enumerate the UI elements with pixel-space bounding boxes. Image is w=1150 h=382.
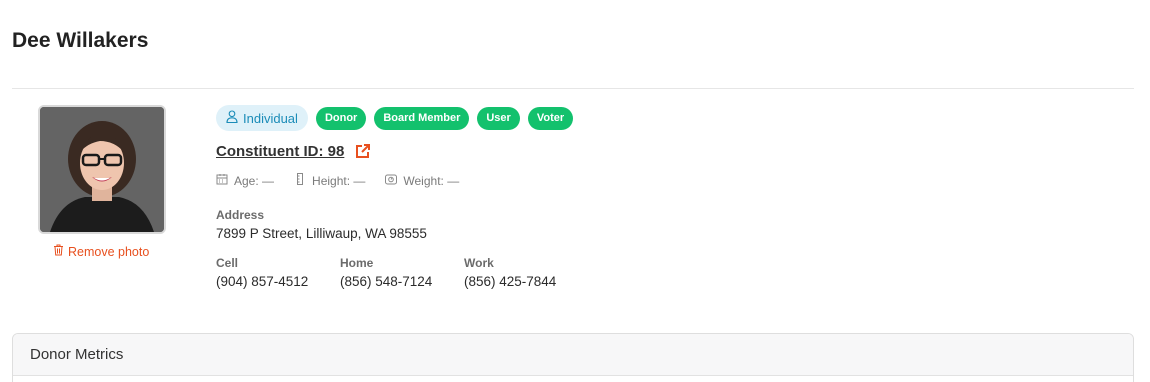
address-value: 7899 P Street, Lilliwaup, WA 98555 (216, 226, 427, 241)
constituent-id-link[interactable]: Constituent ID: 98 (216, 143, 344, 160)
trash-icon (53, 244, 64, 259)
height-vital: Height: — (294, 173, 365, 188)
page-title: Dee Willakers (12, 29, 149, 52)
work-phone[interactable]: (856) 425-7844 (464, 274, 556, 289)
calendar-icon (216, 173, 228, 188)
donor-metrics-header[interactable]: Donor Metrics (13, 334, 1133, 376)
tag-user[interactable]: User (477, 106, 520, 130)
profile-photo[interactable] (38, 105, 166, 234)
individual-badge-label: Individual (243, 110, 298, 126)
cell-label: Cell (216, 256, 239, 270)
tag-voter[interactable]: Voter (527, 106, 574, 130)
constituent-type-badges: Individual Donor Board Member User Voter (216, 105, 574, 131)
ruler-icon (294, 173, 306, 188)
constituent-id-row: Constituent ID: 98 (216, 143, 371, 160)
home-phone[interactable]: (856) 548-7124 (340, 274, 432, 289)
age-vital: Age: — (216, 173, 274, 188)
header-divider (12, 88, 1134, 89)
tag-board-member[interactable]: Board Member (374, 106, 470, 130)
profile-photo-image (40, 107, 164, 232)
weight-vital: Weight: — (385, 173, 459, 188)
scale-icon (385, 173, 398, 188)
external-link-icon[interactable] (354, 143, 371, 160)
individual-badge[interactable]: Individual (216, 105, 308, 131)
person-icon (226, 110, 238, 126)
donor-metrics-panel: Donor Metrics (12, 333, 1134, 382)
remove-photo-label: Remove photo (68, 244, 150, 259)
home-label: Home (340, 256, 374, 270)
age-label: Age: — (234, 173, 275, 188)
remove-photo-link[interactable]: Remove photo (53, 244, 149, 259)
height-label: Height: — (312, 173, 366, 188)
vitals-row: Age: — Height: — Weight: — (216, 173, 459, 188)
address-label: Address (216, 208, 265, 222)
tag-donor[interactable]: Donor (315, 106, 367, 130)
cell-phone[interactable]: (904) 857-4512 (216, 274, 308, 289)
weight-label: Weight: — (403, 173, 460, 188)
work-label: Work (464, 256, 494, 270)
